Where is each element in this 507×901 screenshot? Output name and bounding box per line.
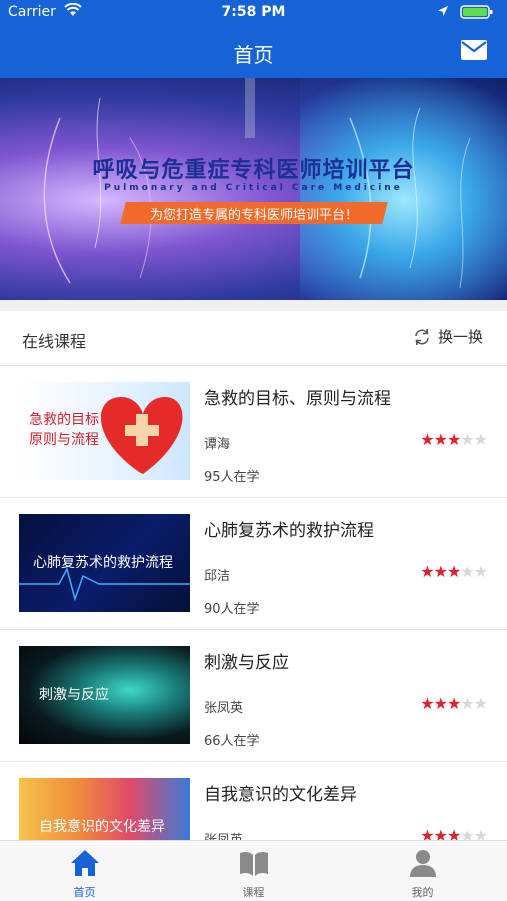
thumb-caption: 刺激与反应	[39, 687, 109, 703]
course-item[interactable]: 刺激与反应 刺激与反应 张凤英 ★★★★★ 66人在学	[0, 630, 507, 762]
tab-courses[interactable]: 课程	[169, 841, 338, 901]
course-title: 心肺复苏术的救护流程	[204, 521, 374, 541]
user-icon	[410, 850, 436, 877]
rating-stars: ★★★★★	[420, 694, 488, 713]
tab-label: 我的	[411, 886, 434, 899]
section-title: 在线课程	[22, 332, 87, 351]
course-teacher: 谭海	[204, 437, 231, 452]
course-teacher: 邱洁	[204, 569, 231, 584]
location-icon	[437, 5, 449, 21]
rating-stars: ★★★★★	[420, 562, 488, 581]
thumb-caption: 急救的目标 原则与流程	[29, 412, 99, 448]
course-thumbnail: 心肺复苏术的救护流程	[19, 514, 190, 612]
refresh-icon	[415, 328, 429, 345]
course-thumbnail: 急救的目标 原则与流程	[19, 382, 190, 480]
tab-home[interactable]: 首页	[0, 841, 169, 901]
banner-tagline: 为您打造专属的专科医师培训平台！	[149, 208, 358, 223]
course-learners: 95人在学	[204, 470, 260, 485]
tab-bar: 首页 课程 我的	[0, 840, 507, 901]
thumb-caption: 心肺复苏术的救护流程	[33, 555, 173, 571]
refresh-label: 换一换	[437, 328, 483, 346]
course-item[interactable]: 心肺复苏术的救护流程 心肺复苏术的救护流程 邱洁 ★★★★★ 90人在学	[0, 498, 507, 630]
course-learners: 66人在学	[204, 734, 260, 749]
course-learners: 90人在学	[204, 602, 260, 617]
course-list: 急救的目标 原则与流程 急救的目标、原则与流程 谭海 ★★★★★ 95人在学 心…	[0, 366, 507, 894]
book-icon	[240, 851, 268, 876]
course-teacher: 张凤英	[204, 701, 244, 716]
course-title: 急救的目标、原则与流程	[204, 389, 391, 409]
banner-subtitle: Pulmonary and Critical Care Medicine	[104, 183, 403, 193]
refresh-button[interactable]: 换一换	[412, 326, 483, 347]
mail-icon[interactable]	[460, 39, 488, 65]
tab-mine[interactable]: 我的	[338, 841, 507, 901]
page-title: 首页	[233, 43, 274, 67]
course-title: 自我意识的文化差异	[204, 785, 357, 805]
status-bar: Carrier 7:58 PM	[0, 0, 507, 26]
course-title: 刺激与反应	[204, 653, 289, 673]
rating-stars: ★★★★★	[420, 430, 488, 449]
hero-banner[interactable]: 呼吸与危重症专科医师培训平台 Pulmonary and Critical Ca…	[0, 78, 507, 300]
battery-icon	[460, 4, 494, 24]
home-icon	[71, 850, 99, 876]
nav-bar: 首页	[0, 26, 507, 78]
course-thumbnail: 刺激与反应	[19, 646, 190, 744]
tab-label: 课程	[242, 886, 265, 899]
tab-label: 首页	[73, 886, 96, 899]
course-item[interactable]: 急救的目标 原则与流程 急救的目标、原则与流程 谭海 ★★★★★ 95人在学	[0, 366, 507, 498]
online-courses-header: 在线课程 换一换	[0, 311, 507, 366]
status-time: 7:58 PM	[221, 4, 286, 20]
thumb-caption: 自我意识的文化差异	[39, 819, 165, 835]
banner-title: 呼吸与危重症专科医师培训平台	[92, 158, 415, 183]
